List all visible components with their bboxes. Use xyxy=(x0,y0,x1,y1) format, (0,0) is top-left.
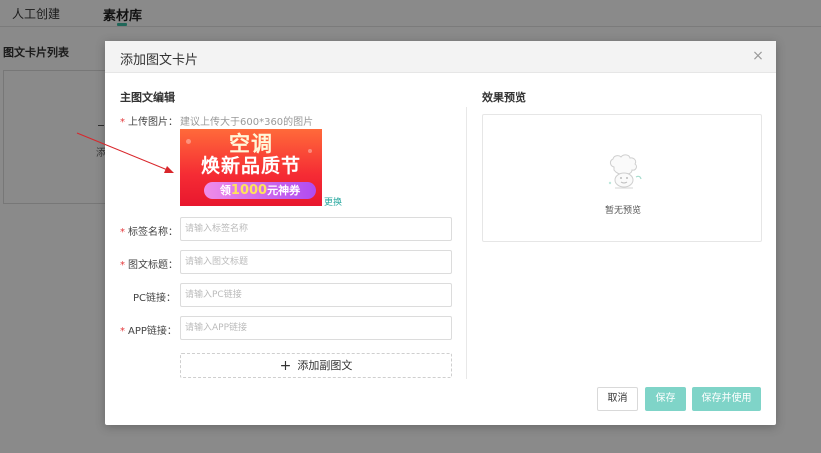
replace-image-link[interactable]: 更换 xyxy=(324,195,342,208)
save-button[interactable]: 保存 xyxy=(645,387,686,411)
modal-title: 添加图文卡片 xyxy=(120,53,199,68)
banner-headline: 空调 xyxy=(229,132,273,156)
required-mark: * xyxy=(120,326,125,337)
section-divider xyxy=(466,107,467,379)
card-title-label: * 图文标题： xyxy=(120,260,178,271)
cancel-button[interactable]: 取消 xyxy=(597,387,638,411)
upload-hint: 建议上传大于600*360的图片 xyxy=(180,117,314,128)
required-mark: * xyxy=(120,117,125,128)
pc-link-label: PC链接： xyxy=(132,293,176,304)
add-card-modal: 添加图文卡片 × 主图文编辑 效果预览 * 上传图片： 建议上传大于600*360… xyxy=(105,41,776,425)
upload-image-label: * 上传图片： xyxy=(120,117,178,128)
modal-header: 添加图文卡片 × xyxy=(105,41,776,73)
required-mark: * xyxy=(120,260,125,271)
preview-box: 暂无预览 xyxy=(482,114,762,242)
pc-link-input[interactable] xyxy=(180,283,452,307)
add-sub-card-button[interactable]: + 添加副图文 xyxy=(180,353,452,378)
uploaded-image[interactable]: 空调 焕新品质节 领1000元神券 xyxy=(180,129,322,206)
banner-coupon-pill: 领1000元神券 xyxy=(204,182,316,199)
tag-name-label: * 标签名称： xyxy=(120,227,178,238)
required-mark: * xyxy=(120,227,125,238)
app-link-input[interactable] xyxy=(180,316,452,340)
card-title-input[interactable] xyxy=(180,250,452,274)
main-edit-section-title: 主图文编辑 xyxy=(120,91,175,104)
banner-subheadline: 焕新品质节 xyxy=(200,155,301,177)
plus-icon: + xyxy=(279,358,292,374)
close-icon[interactable]: × xyxy=(750,47,766,65)
preview-section-title: 效果预览 xyxy=(482,91,526,104)
tag-name-input[interactable] xyxy=(180,217,452,241)
empty-preview-illustration xyxy=(608,154,642,189)
save-and-use-button[interactable]: 保存并使用 xyxy=(692,387,761,411)
preview-empty-text: 暂无预览 xyxy=(604,206,641,216)
app-link-label: * APP链接： xyxy=(120,326,177,337)
